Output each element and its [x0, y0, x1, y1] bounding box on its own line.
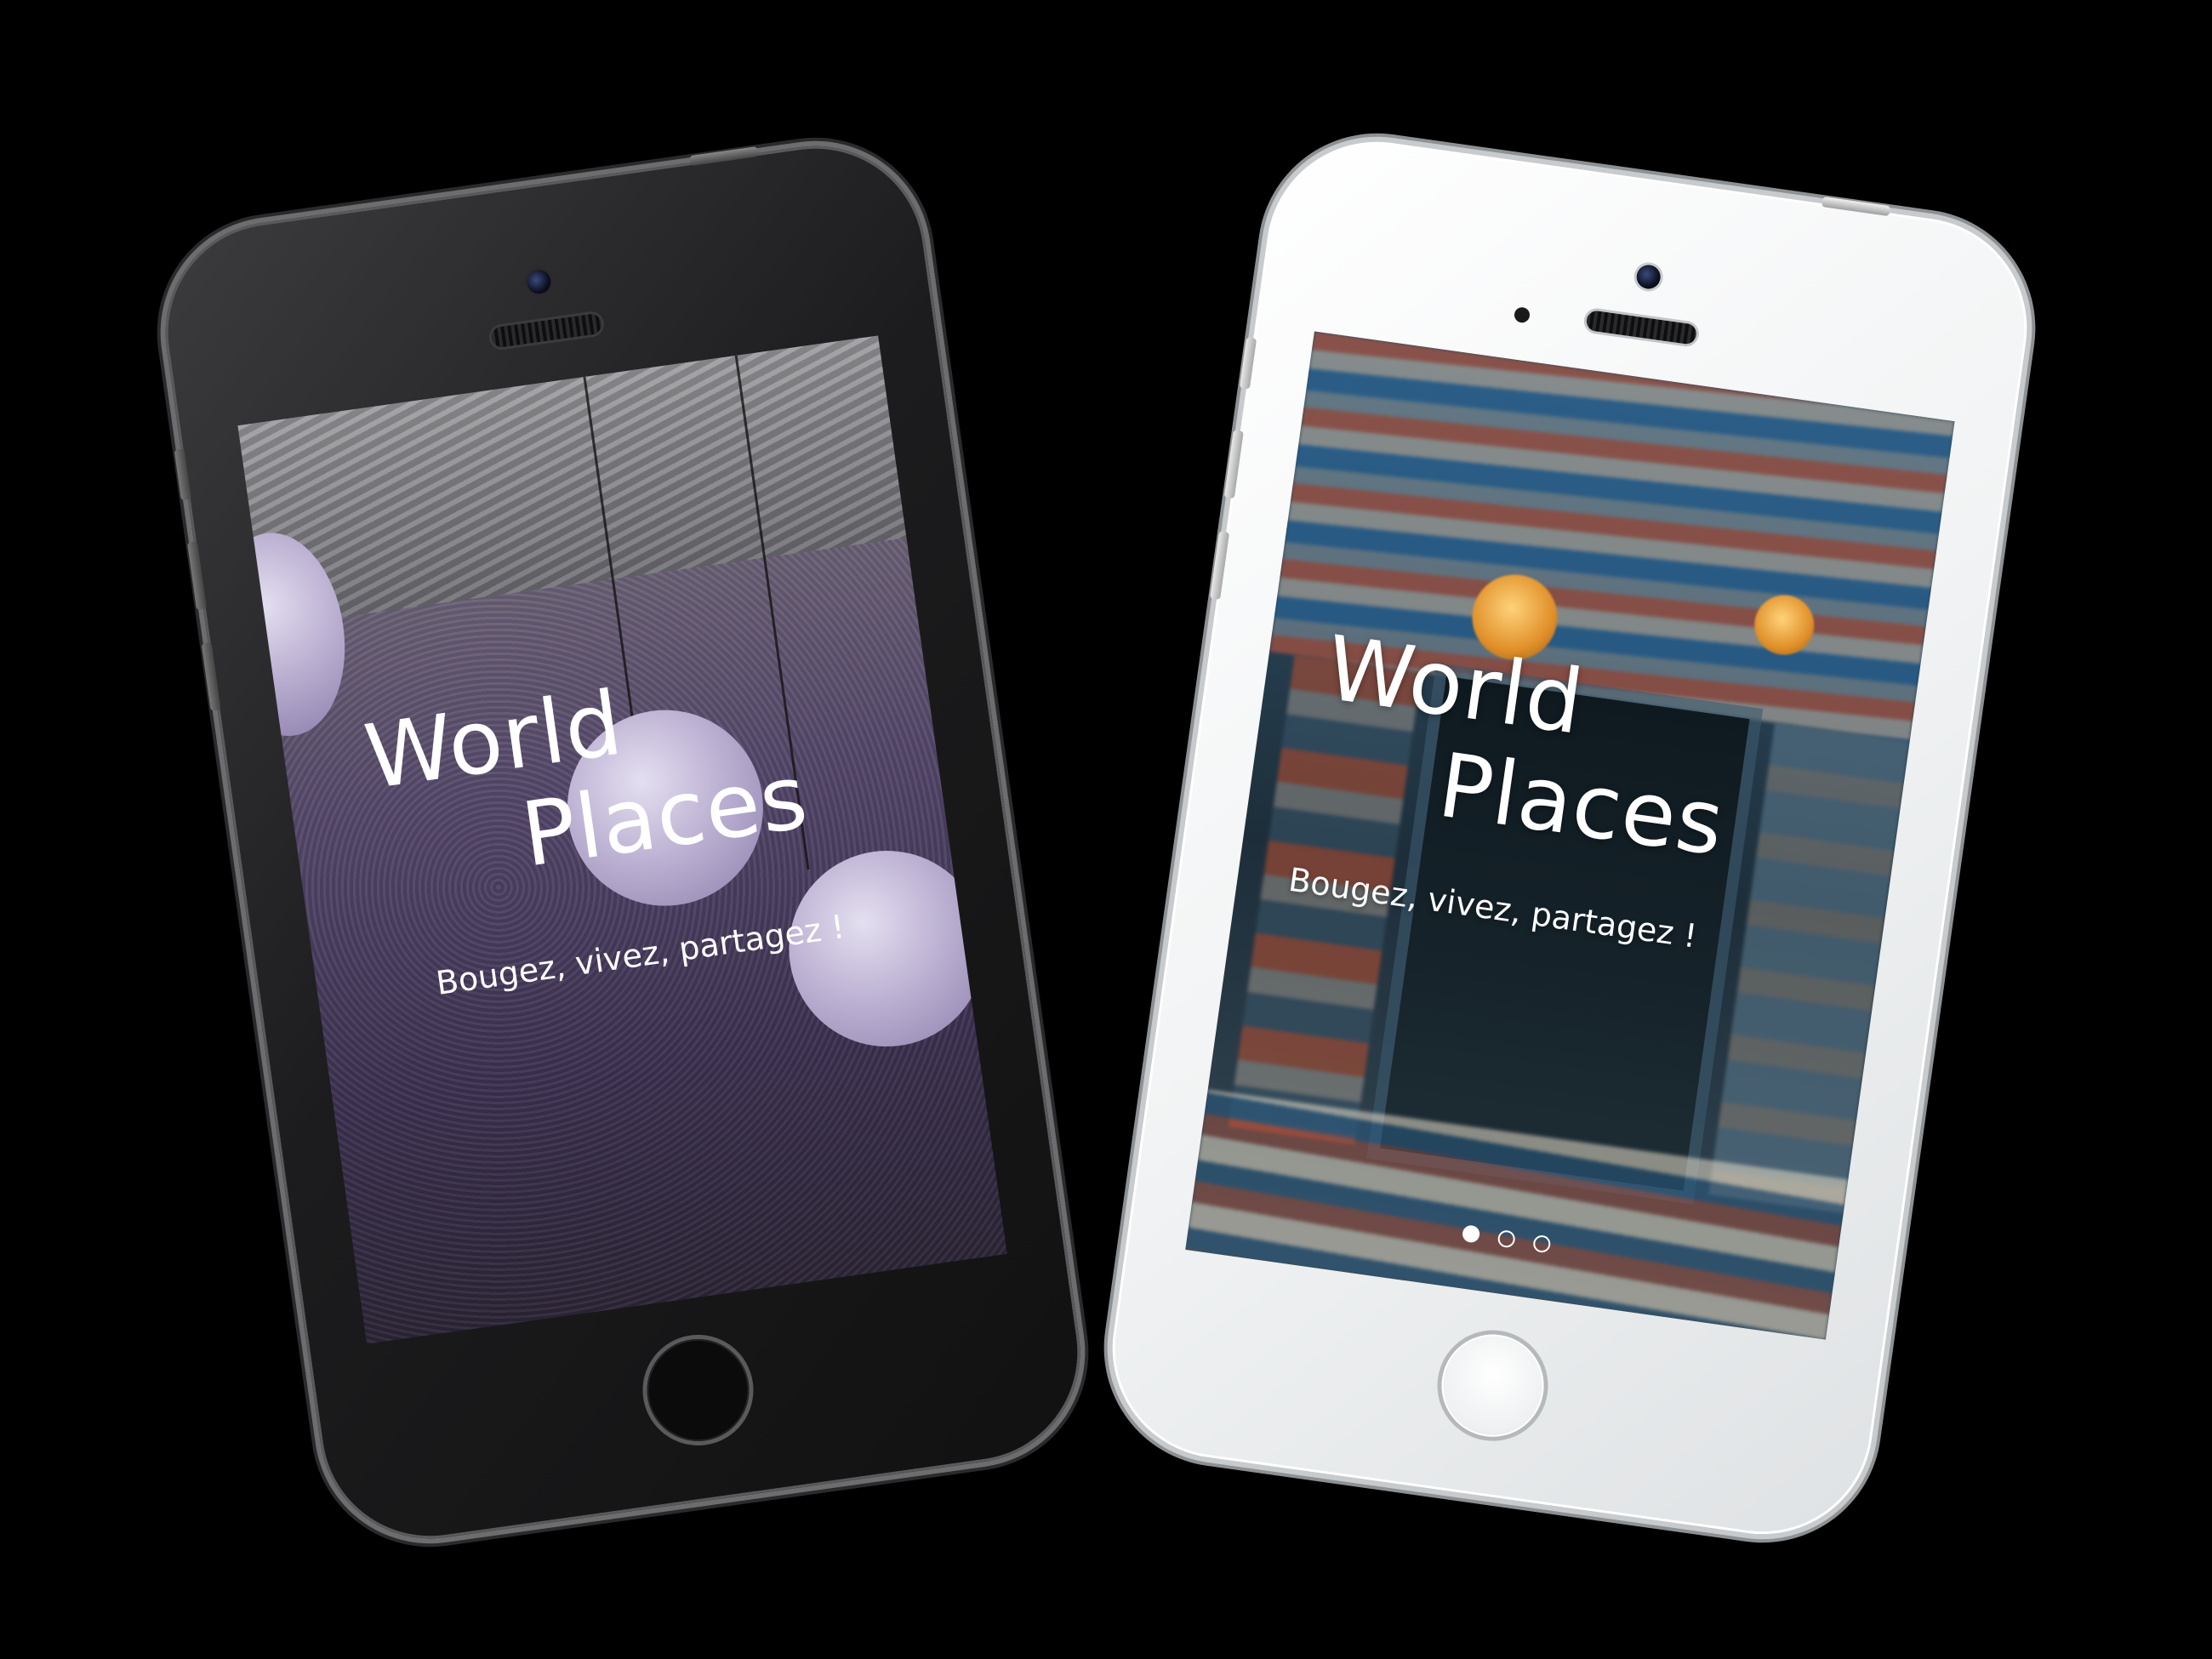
carousel-dot[interactable]	[1497, 1229, 1516, 1249]
mute-switch	[1239, 337, 1257, 390]
earpiece-speaker	[1585, 309, 1698, 345]
volume-up-button	[187, 541, 208, 611]
front-camera	[525, 268, 553, 296]
earpiece-speaker	[490, 312, 603, 349]
proximity-sensor	[1513, 306, 1531, 324]
carousel-dot[interactable]	[1461, 1224, 1481, 1244]
volume-down-button	[201, 641, 221, 711]
home-button[interactable]	[640, 1332, 756, 1448]
home-button[interactable]	[1434, 1327, 1551, 1444]
mockup-stage: World Places Bougez, vivez, partagez ! W…	[0, 0, 2212, 1659]
carousel-dot[interactable]	[1531, 1234, 1552, 1254]
volume-down-button	[1210, 531, 1230, 601]
mute-switch	[174, 448, 191, 501]
front-camera	[1634, 263, 1662, 291]
phone-silver: World Places Bougez, vivez, partagez !	[1097, 127, 2042, 1549]
volume-up-button	[1223, 430, 1244, 499]
splash-screen: World Places Bougez, vivez, partagez !	[237, 335, 1007, 1344]
phone-space-gray: World Places Bougez, vivez, partagez !	[151, 131, 1095, 1554]
onboarding-screen: World Places Bougez, vivez, partagez !	[1185, 331, 1955, 1340]
power-button	[1821, 197, 1891, 217]
power-button	[689, 146, 759, 167]
